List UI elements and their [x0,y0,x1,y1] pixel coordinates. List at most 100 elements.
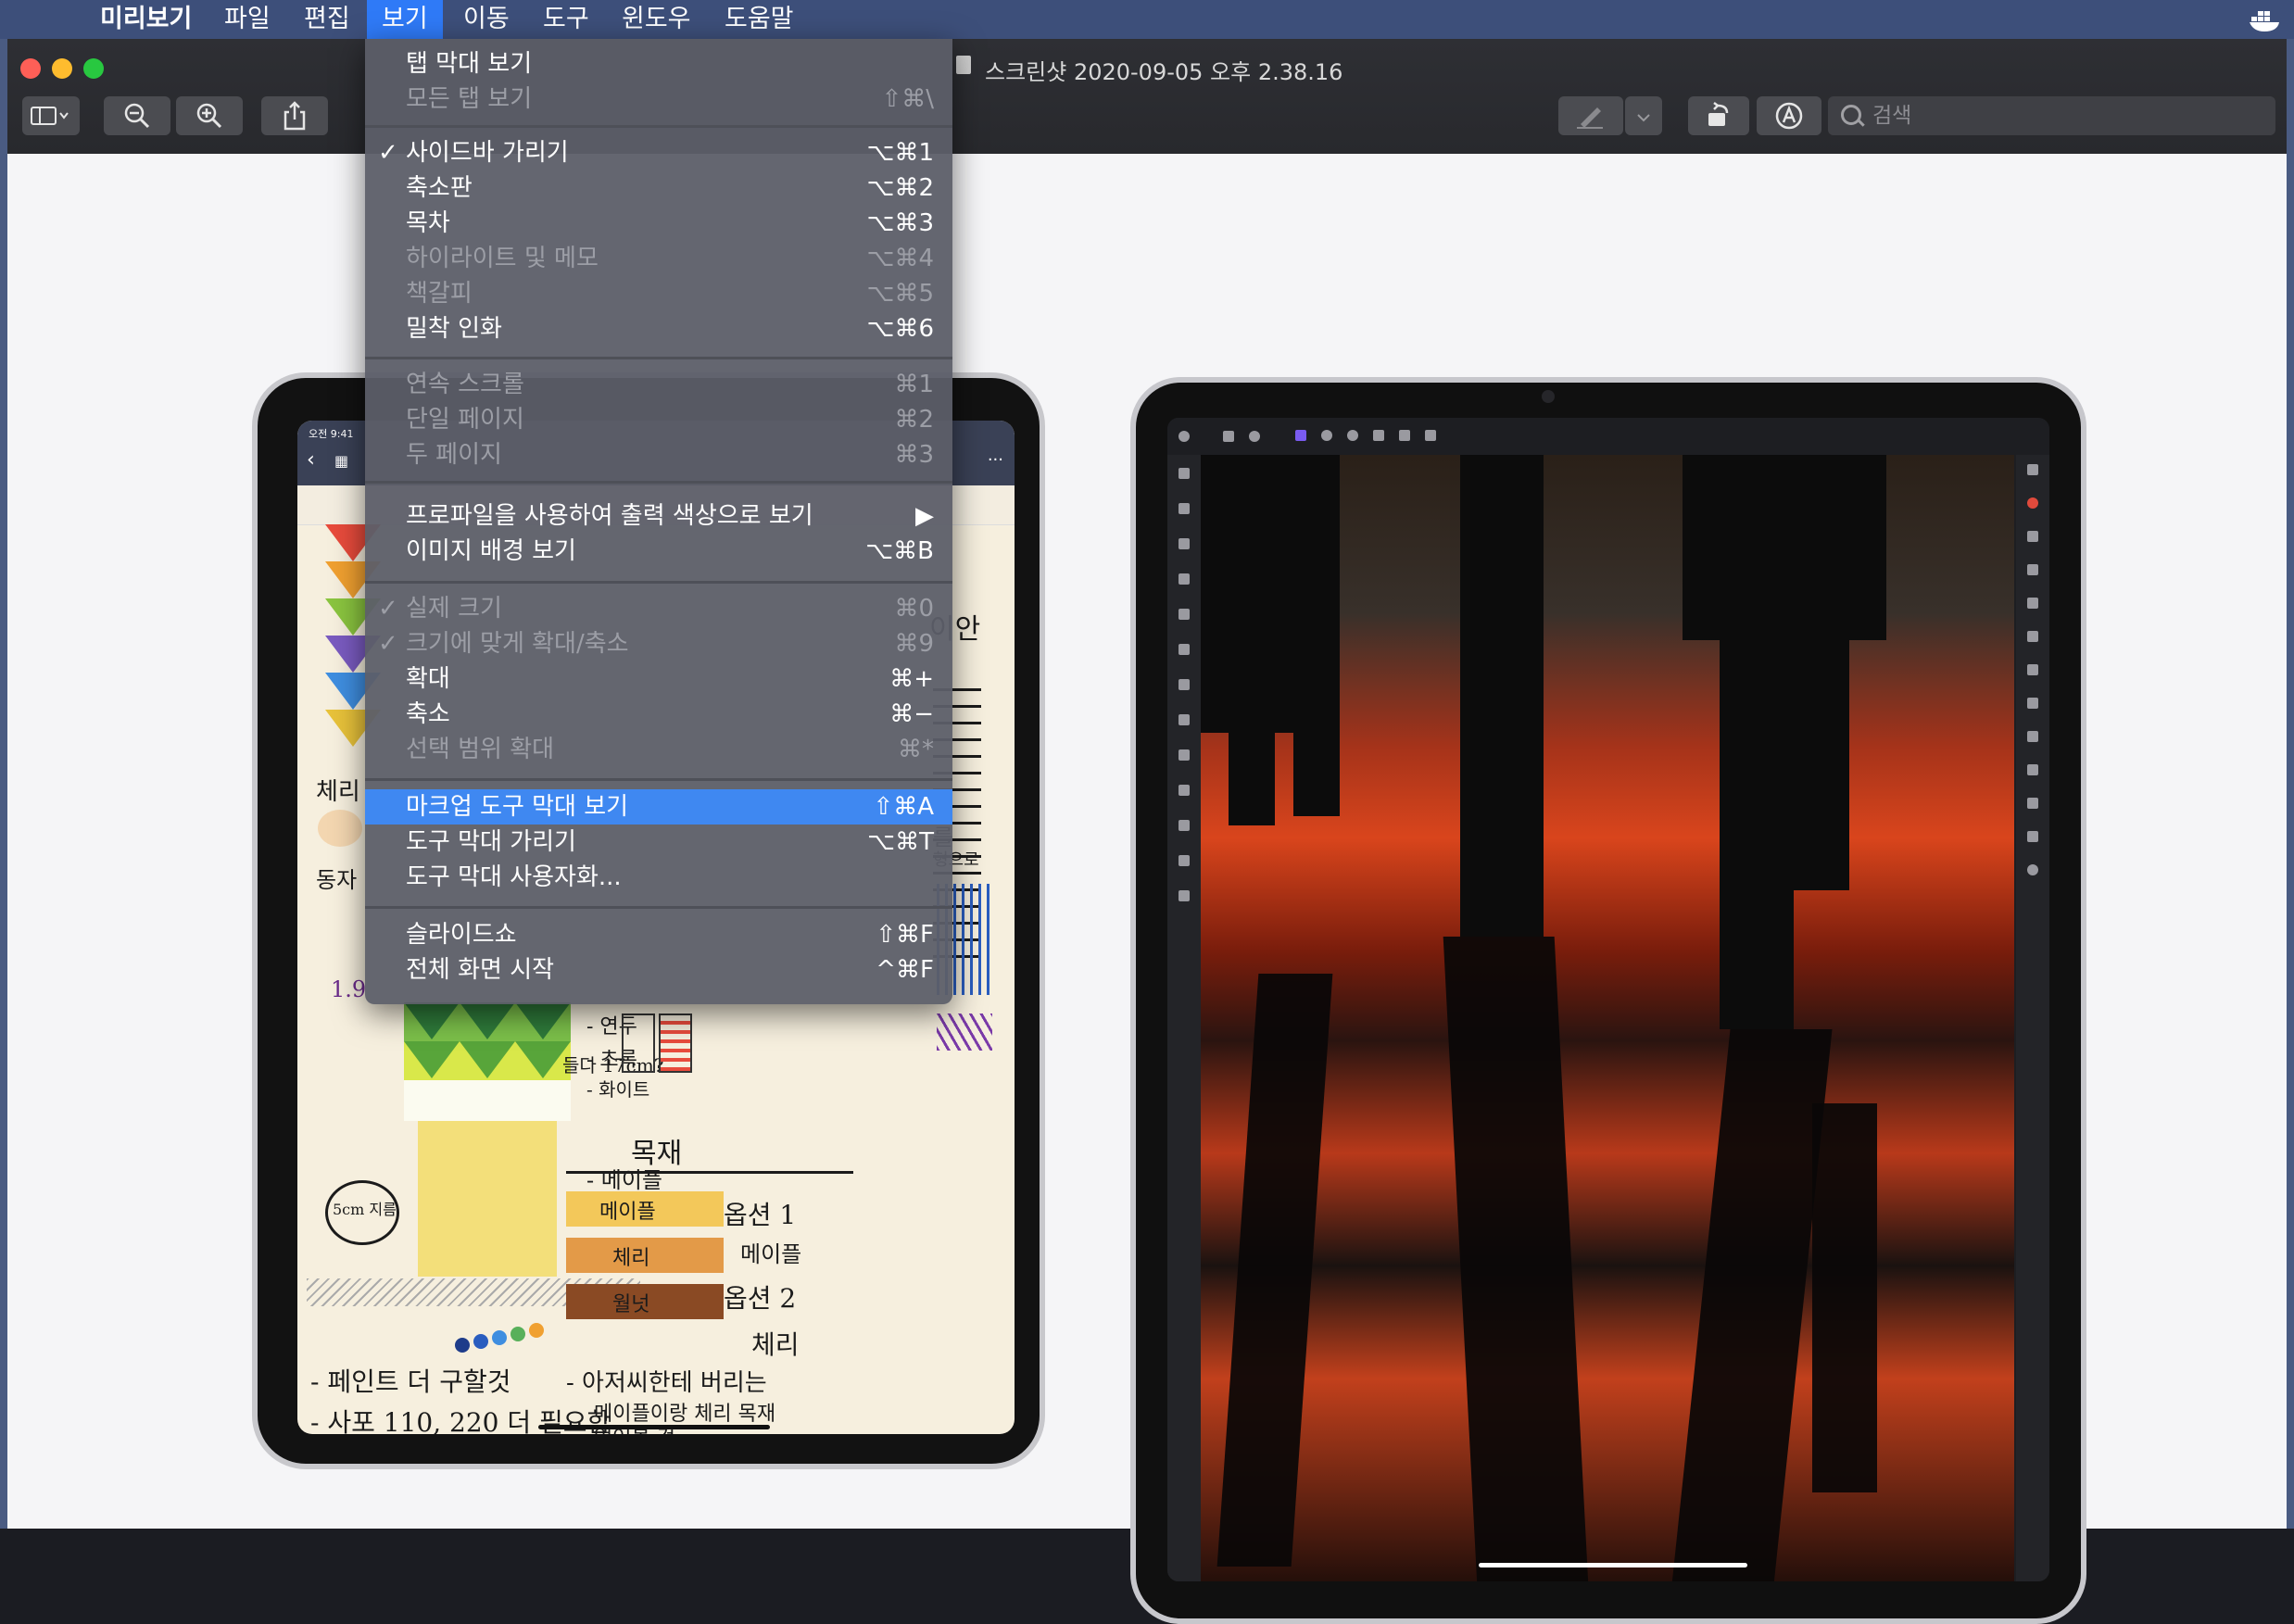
menu-label: 이미지 배경 보기 [406,537,576,565]
tone-icon [1373,430,1384,441]
menu-window[interactable]: 윈도우 [622,0,691,39]
maple-block [418,1121,557,1277]
menu-item-bookmarks: 책갈피 ⌥⌘5 [365,276,952,311]
home-indicator [538,1425,770,1429]
reflection [1671,1029,1833,1581]
menu-item-zoom-in[interactable]: 확대 ⌘+ [365,661,952,697]
markup-pen-button[interactable] [1558,96,1623,135]
share-button[interactable] [261,96,328,135]
menu-label: 선택 범위 확대 [406,736,555,763]
home-indicator [1479,1563,1747,1567]
zoom-in-button[interactable] [176,96,243,135]
crop-tool-icon [1179,573,1190,585]
menu-item-zoom-out[interactable]: 축소 ⌘− [365,697,952,732]
figure-right-leg [1720,640,1794,1029]
search-field[interactable]: 검색 [1828,96,2275,135]
ipad-photo-image [1130,377,2086,1624]
move-tool-icon [1179,503,1190,514]
note-line: 체리 [612,1247,650,1270]
menu-label: 밀착 인화 [406,315,502,343]
menu-label: 마크업 도구 막대 보기 [406,793,629,821]
menu-item-soft-proof[interactable]: 프로파일을 사용하여 출력 색상으로 보기 ▶ [365,498,952,534]
menu-item-contact-sheet[interactable]: 밀착 인화 ⌥⌘6 [365,311,952,346]
text-tool-icon [1179,890,1190,901]
note-line: 체리 [316,778,360,806]
view-menu: 탭 막대 보기 모든 탭 보기 ⇧⌘\ ✓ 사이드바 가리기 ⌥⌘1 축소판 ⌥⌘2 … [365,39,952,1004]
window-title: 스크린샷 2020-09-05 오후 2.38.16 [985,59,1343,85]
editor-tools-left [1167,455,1201,1581]
figure-right [1683,455,1886,640]
menu-label: 프로파일을 사용하여 출력 색상으로 보기 [406,502,813,530]
close-button[interactable] [20,58,41,79]
menu-label: 사이드바 가리기 [406,139,569,167]
menu-item-show-markup-toolbar[interactable]: 마크업 도구 막대 보기 ⇧⌘A [365,789,952,825]
menu-view[interactable]: 보기 [367,0,443,39]
layers-icon [1425,430,1436,441]
paint-stack [404,1002,571,1121]
figure-left-leg [1293,714,1340,816]
menu-item-zoom-to-fit: ✓ 크기에 맞게 확대/축소 ⌘9 [365,626,952,661]
menu-shortcut: ⌘* [898,736,934,763]
clone-tool-icon [1179,749,1190,761]
menu-help[interactable]: 도움말 [725,0,794,39]
menu-shortcut: ^⌘F [876,956,934,984]
menu-item-toc[interactable]: 목차 ⌥⌘3 [365,206,952,241]
menu-item-customize-toolbar[interactable]: 도구 막대 사용자화... [365,860,952,895]
title-bar: 스크린샷 2020-09-05 오후 2.38.16 검색 [7,39,2287,155]
chevron-down-icon [1637,114,1650,122]
transform-icon [2027,731,2038,742]
menu-item-highlights-notes: 하이라이트 및 메모 ⌥⌘4 [365,241,952,276]
menu-item-hide-sidebar[interactable]: ✓ 사이드바 가리기 ⌥⌘1 [365,135,952,170]
markup-dropdown[interactable] [1625,96,1662,135]
picker-tool-icon [1179,820,1190,831]
layers-icon [2027,464,2038,475]
menu-preview[interactable]: 미리보기 [100,0,192,39]
note-line: 1.9 [331,976,367,1002]
rotate-button[interactable] [1688,96,1749,135]
note-line: 메이플 [599,1201,656,1224]
menu-item-thumbnails[interactable]: 축소판 ⌥⌘2 [365,170,952,206]
menu-item-slideshow[interactable]: 슬라이드쇼 ⇧⌘F [365,917,952,952]
menu-file[interactable]: 파일 [224,0,271,39]
menu-item-show-tab-bar[interactable]: 탭 막대 보기 [365,46,952,82]
menu-shortcut: ⌘3 [894,441,934,469]
pole [1460,455,1544,937]
note-line: - 화이트 [586,1078,650,1101]
menu-shortcut: ⌥⌘B [865,537,934,565]
menu-label: 연속 스크롤 [406,371,524,398]
color-dot [492,1330,507,1345]
menu-item-hide-toolbar[interactable]: 도구 막대 가리기 ⌥⌘T [365,825,952,860]
selection-tool-icon [1179,785,1190,796]
zoom-button[interactable] [83,58,104,79]
menu-item-enter-fullscreen[interactable]: 전체 화면 시작 ^⌘F [365,952,952,988]
menu-shortcut: ⌥⌘3 [866,209,934,237]
brushes-icon [2027,531,2038,542]
street-photo [1201,455,2014,1581]
menu-go[interactable]: 이동 [463,0,510,39]
checkmark-icon: ✓ [378,630,398,658]
circle-icon [1321,430,1332,441]
zoom-in-icon [196,103,222,129]
note-line: 5cm 지름 [333,1201,397,1218]
zoom-out-button[interactable] [104,96,170,135]
effects-icon [2027,598,2038,609]
purple-hatch [937,1013,992,1051]
menu-shortcut: ⌘2 [894,406,934,434]
minimize-button[interactable] [52,58,72,79]
annotate-button[interactable] [1757,96,1821,135]
menu-item-image-background[interactable]: 이미지 배경 보기 ⌥⌘B [365,534,952,569]
menu-label: 전체 화면 시작 [406,956,555,984]
reflection [1216,974,1333,1567]
menu-shortcut: ⌥⌘6 [866,315,934,343]
note-line: 옵션 1 [724,1200,797,1230]
menu-separator [365,481,952,484]
figure-left-leg [1229,724,1275,825]
menu-label: 도구 막대 가리기 [406,828,576,856]
rotate-icon [1708,102,1729,126]
menu-label: 하이라이트 및 메모 [406,245,599,272]
menu-separator [365,581,952,584]
menu-tools[interactable]: 도구 [543,0,589,39]
sidebar-button[interactable] [22,96,80,135]
menu-edit[interactable]: 편집 [304,0,350,39]
docker-icon[interactable] [2248,4,2283,35]
